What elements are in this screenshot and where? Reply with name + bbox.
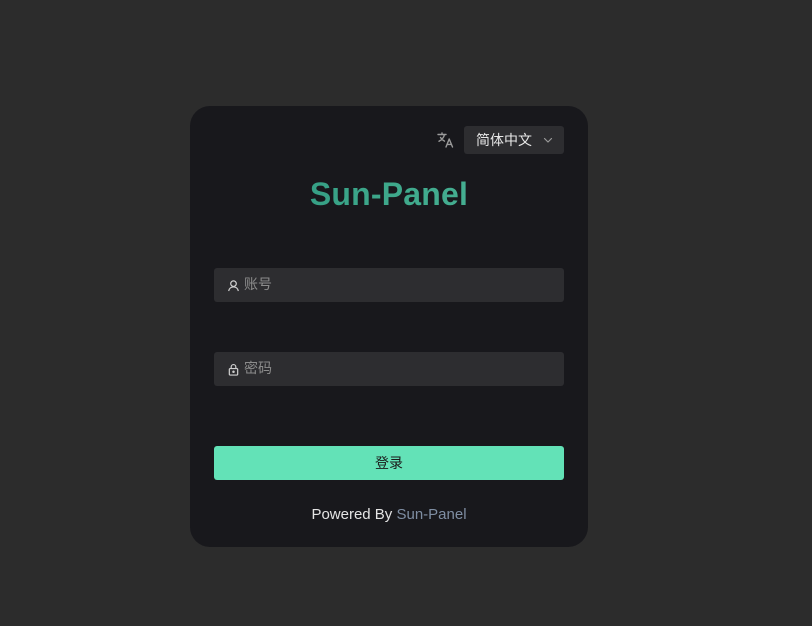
footer: Powered By Sun-Panel bbox=[190, 506, 588, 523]
app-title: Sun-Panel bbox=[190, 176, 588, 213]
password-input[interactable] bbox=[244, 352, 564, 386]
chevron-down-icon bbox=[542, 134, 554, 146]
user-icon bbox=[226, 278, 240, 292]
powered-by-text: Powered By bbox=[311, 506, 393, 523]
language-select[interactable]: 简体中文 bbox=[464, 126, 564, 154]
password-field[interactable] bbox=[214, 352, 564, 386]
username-field[interactable] bbox=[214, 268, 564, 302]
login-button[interactable]: 登录 bbox=[214, 446, 564, 480]
translate-icon[interactable] bbox=[436, 130, 456, 150]
login-card: 简体中文 Sun-Panel 登录 bbox=[190, 106, 588, 547]
username-input[interactable] bbox=[244, 268, 564, 302]
language-switcher: 简体中文 bbox=[436, 126, 564, 154]
language-select-value: 简体中文 bbox=[476, 133, 532, 149]
lock-icon bbox=[226, 362, 240, 376]
sun-panel-link[interactable]: Sun-Panel bbox=[396, 506, 466, 523]
